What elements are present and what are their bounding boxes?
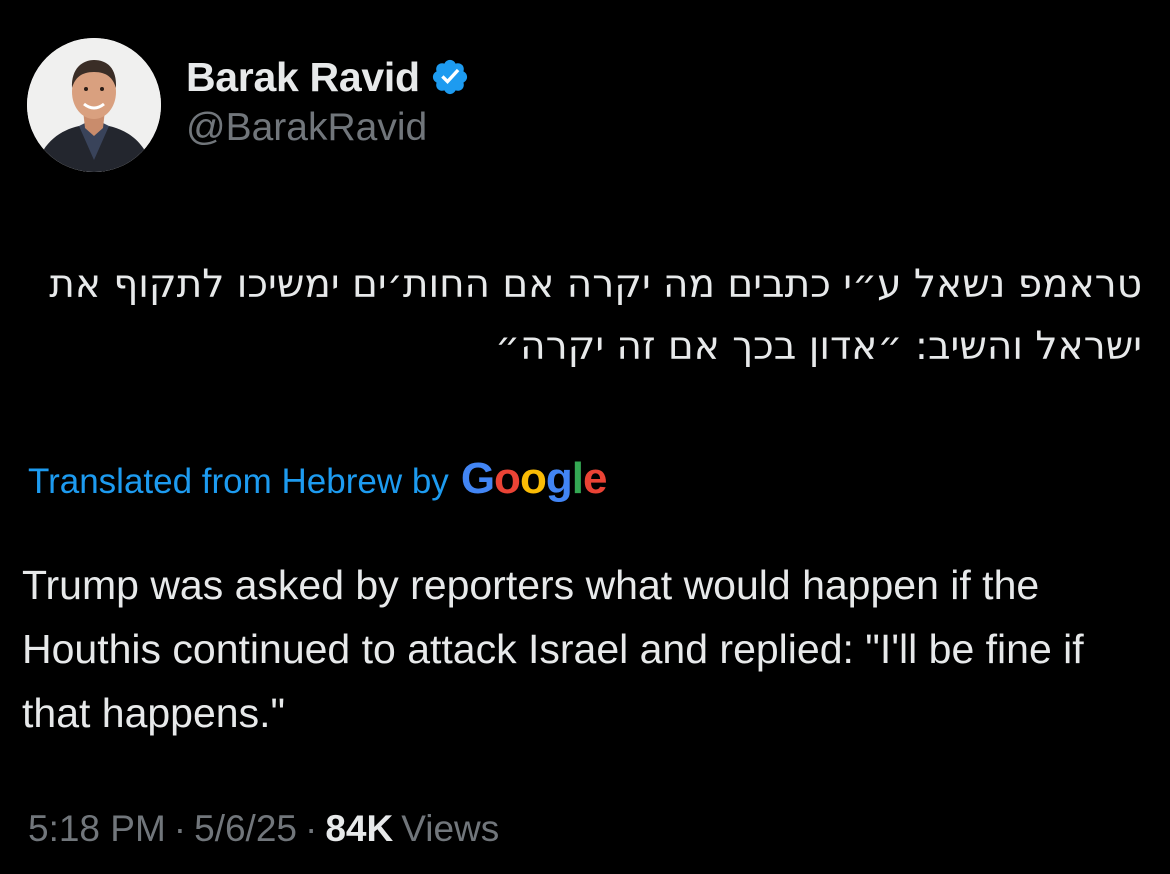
translation-attribution[interactable]: Translated from Hebrew by Google: [28, 454, 608, 504]
verified-badge-icon[interactable]: [430, 57, 470, 97]
user-handle[interactable]: @BarakRavid: [186, 106, 470, 150]
google-logo-letter: o: [519, 454, 547, 503]
views-count[interactable]: 84K: [325, 808, 393, 849]
translation-label: Translated from Hebrew by: [28, 462, 449, 501]
avatar-image: [27, 38, 161, 172]
google-logo-letter: g: [545, 454, 573, 503]
google-logo-letter: l: [571, 454, 584, 503]
tweet-text-original: טראמפ נשאל ע״י כתבים מה יקרה אם החות׳ים …: [49, 262, 1142, 369]
tweet: Barak Ravid @BarakRavid טראמפ נשאל ע״י כ…: [0, 0, 1170, 874]
google-logo-letter: G: [460, 454, 495, 503]
display-name[interactable]: Barak Ravid: [186, 54, 420, 101]
tweet-metadata: 5:18 PM · 5/6/25 · 84K Views: [28, 808, 499, 850]
avatar[interactable]: [27, 38, 161, 172]
separator: ·: [173, 808, 187, 849]
views-label[interactable]: Views: [401, 808, 499, 849]
tweet-text-translated: Trump was asked by reporters what would …: [22, 562, 1084, 736]
tweet-time[interactable]: 5:18 PM: [28, 808, 166, 849]
tweet-date[interactable]: 5/6/25: [194, 808, 297, 849]
google-logo-letter: e: [582, 454, 608, 503]
author-block: Barak Ravid @BarakRavid: [186, 50, 470, 150]
separator: ·: [305, 808, 318, 849]
google-logo: Google: [460, 454, 608, 504]
google-logo-letter: o: [494, 454, 521, 503]
name-row: Barak Ravid: [186, 50, 470, 104]
